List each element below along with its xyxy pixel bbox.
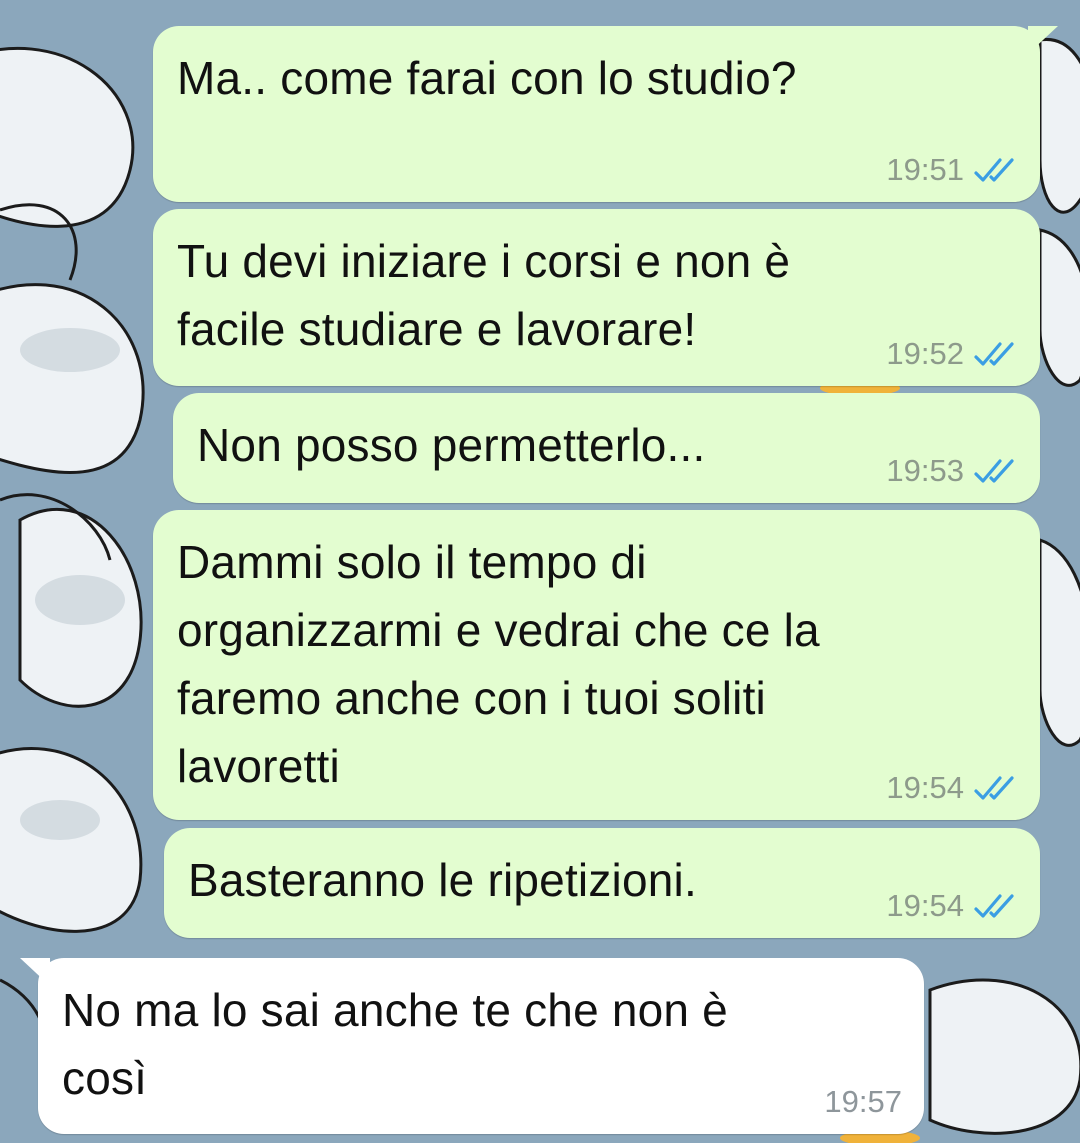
message-text: No ma lo sai anche te che non è così (62, 984, 728, 1104)
message-text: Dammi solo il tempo di organizzarmi e ve… (177, 536, 820, 792)
bubble-tail (20, 958, 50, 986)
message-bubble-incoming[interactable]: No ma lo sai anche te che non è così 19:… (20, 958, 924, 1134)
message-text: Tu devi iniziare i corsi e non è facile … (177, 235, 791, 355)
message-time: 19:53 (886, 453, 964, 488)
message-bubble-outgoing[interactable]: Tu devi iniziare i corsi e non è facile … (153, 209, 1040, 386)
message-time: 19:54 (886, 888, 964, 923)
double-check-icon (974, 459, 1014, 483)
message-time: 19:51 (886, 152, 964, 187)
message-meta: 19:57 (824, 1084, 902, 1120)
message-bubble-outgoing[interactable]: Basteranno le ripetizioni. 19:54 (164, 828, 1040, 938)
message-bubble-outgoing[interactable]: Dammi solo il tempo di organizzarmi e ve… (153, 510, 1040, 820)
message-meta: 19:52 (886, 336, 1018, 372)
message-text: Ma.. come farai con lo studio? (177, 52, 797, 104)
message-time: 19:52 (886, 336, 964, 371)
double-check-icon (974, 342, 1014, 366)
message-meta: 19:53 (886, 453, 1018, 489)
double-check-icon (974, 894, 1014, 918)
double-check-icon (974, 776, 1014, 800)
message-time: 19:57 (824, 1084, 902, 1119)
message-meta: 19:51 (886, 152, 1018, 188)
double-check-icon (974, 158, 1014, 182)
message-meta: 19:54 (886, 888, 1018, 924)
message-bubble-outgoing[interactable]: Non posso permetterlo... 19:53 (173, 393, 1040, 503)
message-time: 19:54 (886, 770, 964, 805)
message-text: Non posso permetterlo... (197, 419, 706, 471)
bubble-tail (1028, 26, 1058, 54)
message-meta: 19:54 (886, 770, 1018, 806)
message-bubble-outgoing[interactable]: Ma.. come farai con lo studio? 19:51 (153, 26, 1058, 202)
message-text: Basteranno le ripetizioni. (188, 854, 697, 906)
